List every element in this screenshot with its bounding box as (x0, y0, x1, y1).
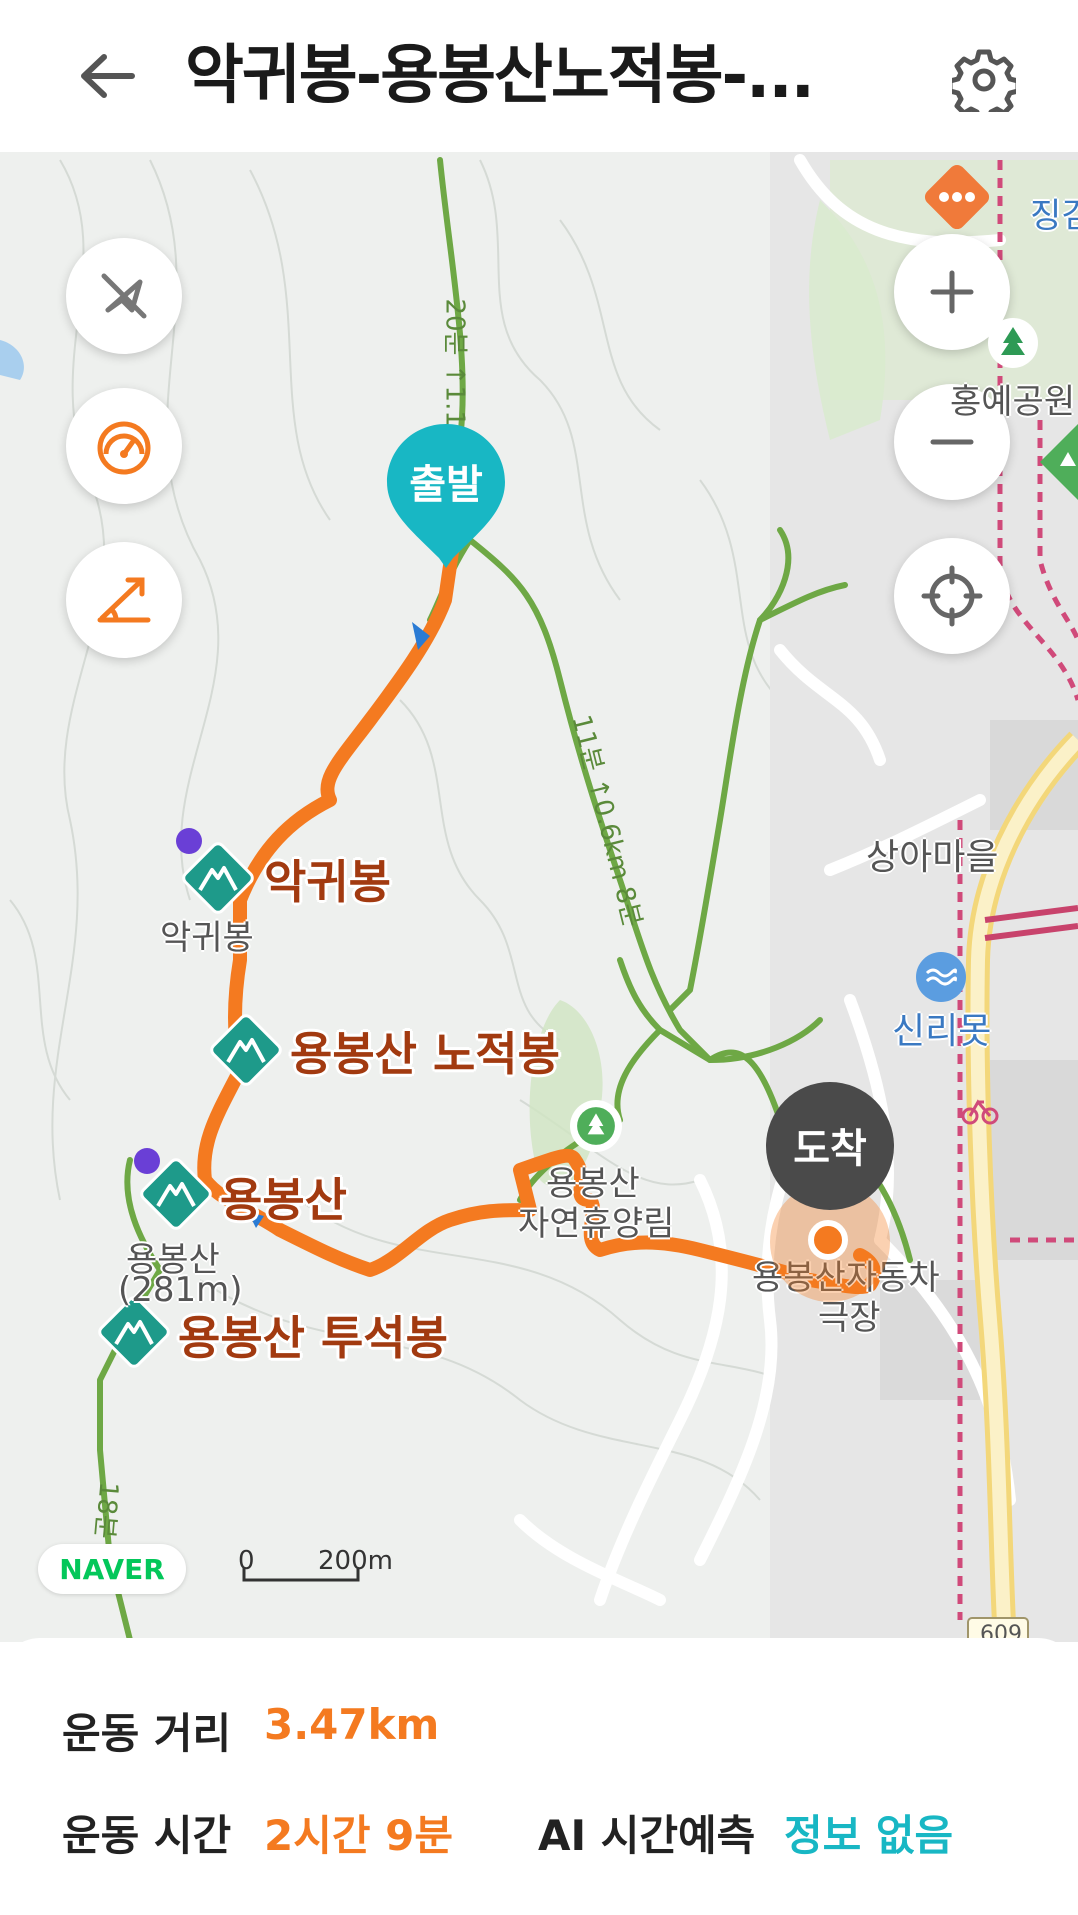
back-arrow-icon (81, 54, 135, 98)
gear-icon (952, 49, 1016, 112)
locate-icon (921, 565, 983, 627)
map-label-top-right: 징검 (1030, 196, 1078, 236)
arrive-pin-label: 도착 (793, 1126, 867, 1172)
map-canvas (0, 152, 1078, 1642)
zoom-out-icon (930, 439, 974, 445)
more-icon (924, 164, 990, 230)
park-marker[interactable] (988, 318, 1038, 368)
map-label-height: (281m) (118, 1270, 243, 1310)
back-button[interactable] (70, 40, 142, 112)
peak-label-nojeokbong: 용봉산 노적봉 (290, 1027, 560, 1081)
tree-icon (1001, 327, 1025, 355)
stats-panel: 운동 거리 3.47km 운동 시간 2시간 9분 AI 시간예측 정보 없음 (0, 1638, 1078, 1915)
peak-label-akgwibong: 악귀봉 (264, 855, 391, 909)
scale-zero: 0 (238, 1546, 255, 1576)
map-label-sinrimot: 신리못 (892, 1011, 992, 1052)
summit-badge (176, 828, 202, 854)
naver-logo: NAVER (38, 1544, 186, 1594)
trail-label-south: 18분 (88, 1480, 124, 1540)
time-label: 운동 시간 (62, 1811, 232, 1860)
slope-icon (97, 577, 151, 623)
map-label-sangamaeul: 상아마을 (866, 837, 999, 878)
more-marker[interactable] (918, 158, 996, 236)
time-value: 2시간 9분 (264, 1811, 453, 1860)
settings-button[interactable] (944, 40, 1024, 120)
summit-badge (134, 1148, 160, 1174)
speed-button[interactable] (66, 388, 182, 504)
header: 악귀봉-용봉산노적봉-... (0, 0, 1078, 152)
arrive-dot (808, 1220, 848, 1260)
park-side-marker[interactable] (1040, 422, 1078, 502)
zoom-in-icon (930, 270, 974, 314)
forest-marker[interactable] (570, 1100, 622, 1152)
compass-off-icon (101, 273, 147, 319)
ai-label: AI 시간예측 (538, 1811, 756, 1860)
water-icon (925, 968, 957, 986)
map-label-akgwibong: 악귀봉 (160, 918, 254, 958)
locate-button[interactable] (894, 538, 1010, 654)
tree-icon (577, 1107, 615, 1145)
start-pin-label: 출발 (409, 462, 483, 508)
slope-button[interactable] (66, 542, 182, 658)
water-marker[interactable] (916, 952, 966, 1002)
map-view[interactable]: 20분 ↑1.1km 14분 11분 ↑0.6km 8분 18분 악귀봉 용봉산… (0, 152, 1078, 1642)
compass-toggle-button[interactable] (66, 238, 182, 354)
page-title: 악귀봉-용봉산노적봉-... (185, 39, 815, 113)
bike-icon (961, 1099, 999, 1125)
map-label-forest-2: 자연휴양림 (518, 1204, 675, 1244)
peak-label-yongbongsan: 용봉산 (220, 1173, 347, 1227)
map-label-park: 홍예공원 (950, 382, 1076, 422)
mountain-icon (210, 1014, 282, 1086)
bike-marker (960, 1088, 1000, 1128)
distance-value: 3.47km (264, 1700, 440, 1749)
scale-distance: 200m (318, 1546, 393, 1576)
peak-label-tuseokbong: 용봉산 투석봉 (178, 1311, 448, 1365)
peak-marker-nojeokbong[interactable] (206, 1010, 286, 1090)
ai-value: 정보 없음 (784, 1811, 954, 1860)
leaf-icon (1040, 424, 1078, 500)
speedometer-icon (97, 421, 151, 475)
distance-label: 운동 거리 (62, 1709, 232, 1758)
